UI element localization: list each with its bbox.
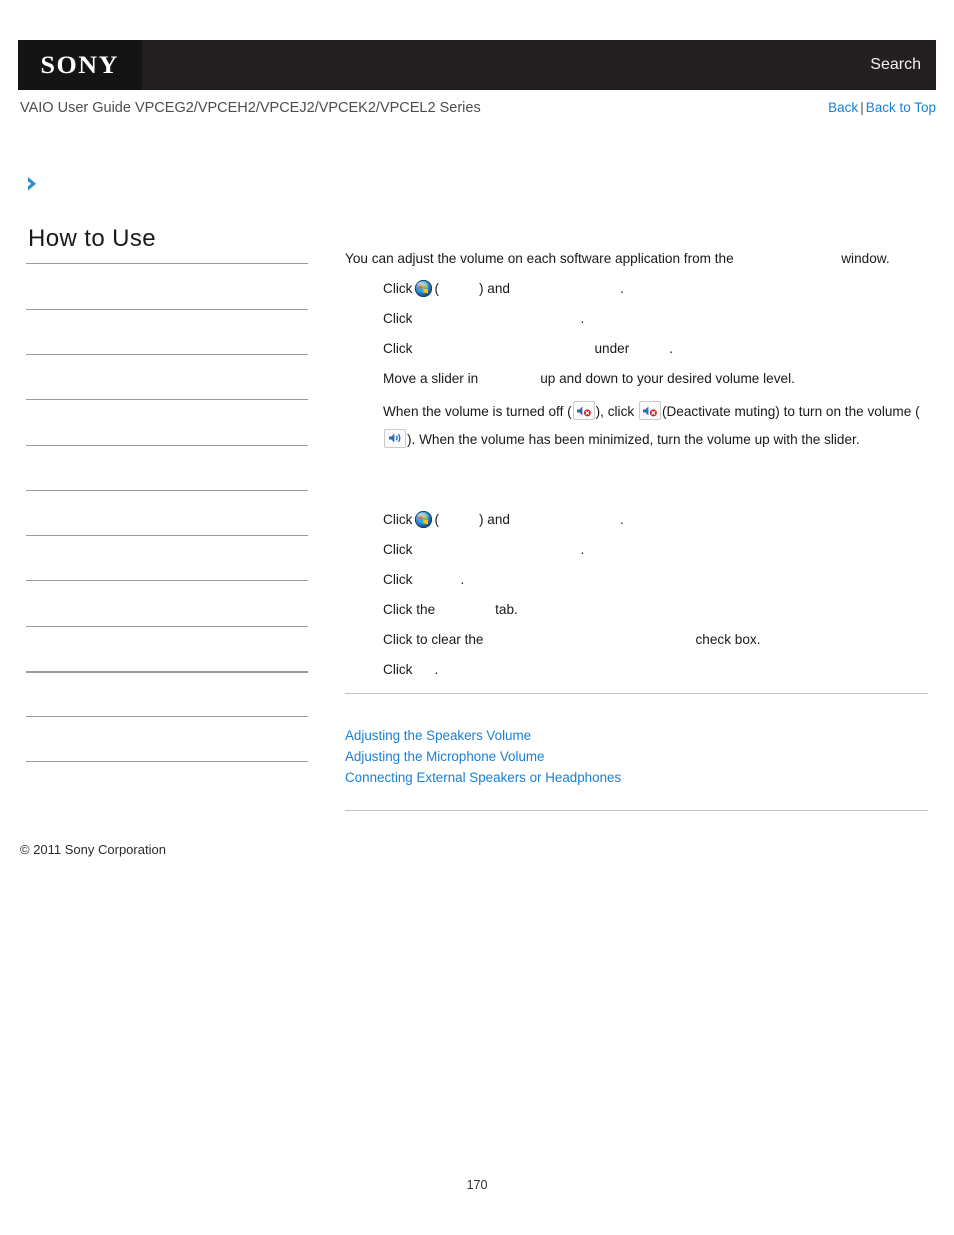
step-b-5: Click to clear the check box. (345, 629, 928, 650)
related-topics-rule-bottom (345, 810, 928, 811)
step-a-1-open: ( (434, 280, 439, 296)
sidebar-item-11[interactable] (26, 716, 308, 762)
sidebar-item-2[interactable] (26, 308, 308, 354)
link-separator: | (860, 100, 864, 115)
step-a-5-mid1: ), click (595, 404, 635, 419)
step-a-1-close: ) and (478, 280, 510, 296)
steps-list-a: Click ( ) and. Click. Click under. Move a s… (345, 278, 928, 454)
step-b-2-post: . (580, 541, 585, 557)
sidebar-item-10[interactable] (26, 671, 308, 716)
step-a-3-post: . (669, 340, 674, 356)
step-a-1-pre: Click (383, 280, 413, 296)
step-a-3: Click under. (345, 338, 928, 359)
step-b-6-pre: Click (383, 662, 413, 678)
step-b-1-post: . (619, 511, 624, 527)
sidebar-item-5[interactable] (26, 444, 308, 490)
sidebar-item-8[interactable] (26, 580, 308, 625)
step-b-5-post: check box. (695, 631, 761, 647)
page-number: 170 (466, 1178, 488, 1192)
step-b-2-pre: Click (383, 541, 413, 557)
sidebar-item-6[interactable] (26, 489, 308, 535)
step-a-4-pre: Move a slider in (383, 370, 479, 386)
step-a-2-post: . (580, 310, 585, 326)
sidebar-item-7[interactable] (26, 535, 308, 580)
sidebar-item-3[interactable] (26, 353, 308, 399)
sidebar-nav: How to Use (26, 225, 308, 762)
step-a-3-mid: under (594, 340, 630, 356)
step-b-6-post: . (434, 662, 439, 678)
sidebar-item-4[interactable] (26, 399, 308, 444)
sidebar-title: How to Use (28, 225, 157, 252)
back-to-top-link[interactable]: Back to Top (866, 100, 936, 115)
step-b-4-post: tab. (495, 601, 518, 617)
site-header-bar: SONY Search (18, 40, 936, 90)
sony-logo-text: SONY (40, 51, 120, 79)
sony-logo[interactable]: SONY (18, 40, 142, 90)
related-link-speakers-volume[interactable]: Adjusting the Speakers Volume (345, 725, 928, 746)
step-a-4-post: up and down to your desired volume level… (540, 370, 795, 386)
step-a-5: When the volume is turned off (), click … (345, 398, 928, 454)
step-a-3-pre: Click (383, 340, 413, 356)
related-topics-rule-top (345, 693, 928, 694)
windows-start-orb-icon[interactable] (415, 510, 433, 528)
copyright-text: © 2011 Sony Corporation (20, 842, 166, 857)
volume-muted-icon[interactable] (638, 401, 661, 420)
sidebar-item-1[interactable] (26, 263, 308, 308)
search-link[interactable]: Search (870, 40, 921, 90)
step-b-1-open: ( (434, 511, 439, 527)
main-content: You can adjust the volume on each softwa… (345, 248, 928, 689)
expand-chevron-icon[interactable] (24, 174, 44, 194)
step-b-4-pre: Click the (383, 601, 436, 617)
step-a-5-mid2: (Deactivate muting) to turn on the volum… (661, 404, 920, 419)
intro-text-before: You can adjust the volume on each softwa… (345, 251, 734, 266)
volume-on-icon[interactable] (384, 428, 406, 448)
related-link-external-speakers[interactable]: Connecting External Speakers or Headphon… (345, 767, 928, 788)
step-b-1-pre: Click (383, 511, 413, 527)
steps-list-b: Click ( ) and. Click. Click. Click the tab.… (345, 509, 928, 680)
volume-muted-icon[interactable] (572, 401, 595, 420)
guide-title-row: VAIO User Guide VPCEG2/VPCEH2/VPCEJ2/VPC… (18, 100, 936, 122)
step-b-3-post: . (460, 571, 465, 587)
step-b-3: Click. (345, 569, 928, 590)
related-link-microphone-volume[interactable]: Adjusting the Microphone Volume (345, 746, 928, 767)
step-a-2: Click. (345, 308, 928, 329)
step-a-5-pre: When the volume is turned off ( (383, 404, 572, 419)
back-link[interactable]: Back (828, 100, 858, 115)
guide-nav-links: Back | Back to Top (828, 100, 936, 115)
intro-paragraph: You can adjust the volume on each softwa… (345, 248, 928, 270)
related-topics-links: Adjusting the Speakers Volume Adjusting … (345, 725, 928, 789)
step-a-5-post: ). When the volume has been minimized, t… (407, 431, 860, 447)
guide-title: VAIO User Guide VPCEG2/VPCEH2/VPCEJ2/VPC… (20, 100, 481, 116)
step-a-1: Click ( ) and. (345, 278, 928, 299)
step-a-4: Move a slider in up and down to your desi… (345, 368, 928, 389)
step-b-2: Click. (345, 539, 928, 560)
step-b-1-close: ) and (478, 511, 510, 527)
step-b-1: Click ( ) and. (345, 509, 928, 530)
step-b-6: Click. (345, 659, 928, 680)
step-b-4: Click the tab. (345, 599, 928, 620)
step-b-5-pre: Click to clear the (383, 631, 484, 647)
sidebar-item-9[interactable] (26, 625, 308, 671)
step-b-3-pre: Click (383, 571, 413, 587)
intro-text-after: window. (841, 251, 890, 266)
windows-start-orb-icon[interactable] (415, 279, 433, 297)
step-a-2-pre: Click (383, 310, 413, 326)
step-a-1-post: . (619, 280, 624, 296)
